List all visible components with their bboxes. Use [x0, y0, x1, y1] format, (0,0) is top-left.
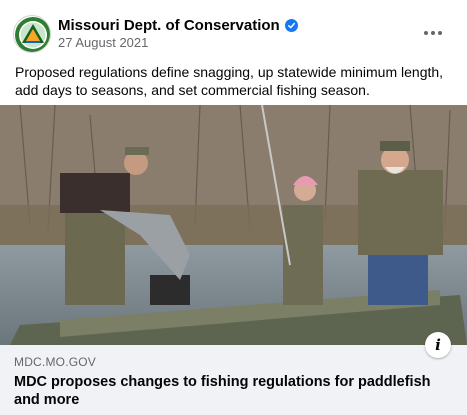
- post-timestamp[interactable]: 27 August 2021: [58, 35, 148, 50]
- link-domain: MDC.MO.GOV: [14, 355, 96, 369]
- more-dot: [431, 31, 435, 35]
- page-avatar[interactable]: [13, 15, 51, 53]
- mdc-logo-icon: [15, 17, 50, 52]
- page-name-link[interactable]: Missouri Dept. of Conservation: [58, 17, 298, 34]
- fishing-boat-photo: [0, 105, 467, 345]
- page-name: Missouri Dept. of Conservation: [58, 17, 280, 34]
- more-dot: [438, 31, 442, 35]
- post-text: Proposed regulations define snagging, up…: [15, 64, 444, 98]
- post-card: Missouri Dept. of Conservation 27 August…: [0, 0, 467, 415]
- info-icon[interactable]: i: [425, 332, 451, 358]
- more-dot: [424, 31, 428, 35]
- link-image[interactable]: [0, 105, 467, 345]
- link-title: MDC proposes changes to fishing regulati…: [14, 374, 431, 408]
- verified-badge-icon: [284, 19, 298, 32]
- link-preview[interactable]: MDC.MO.GOV MDC proposes changes to fishi…: [0, 345, 467, 415]
- more-options-icon[interactable]: [418, 22, 448, 44]
- post-header: Missouri Dept. of Conservation 27 August…: [0, 0, 467, 56]
- info-glyph: i: [435, 336, 441, 354]
